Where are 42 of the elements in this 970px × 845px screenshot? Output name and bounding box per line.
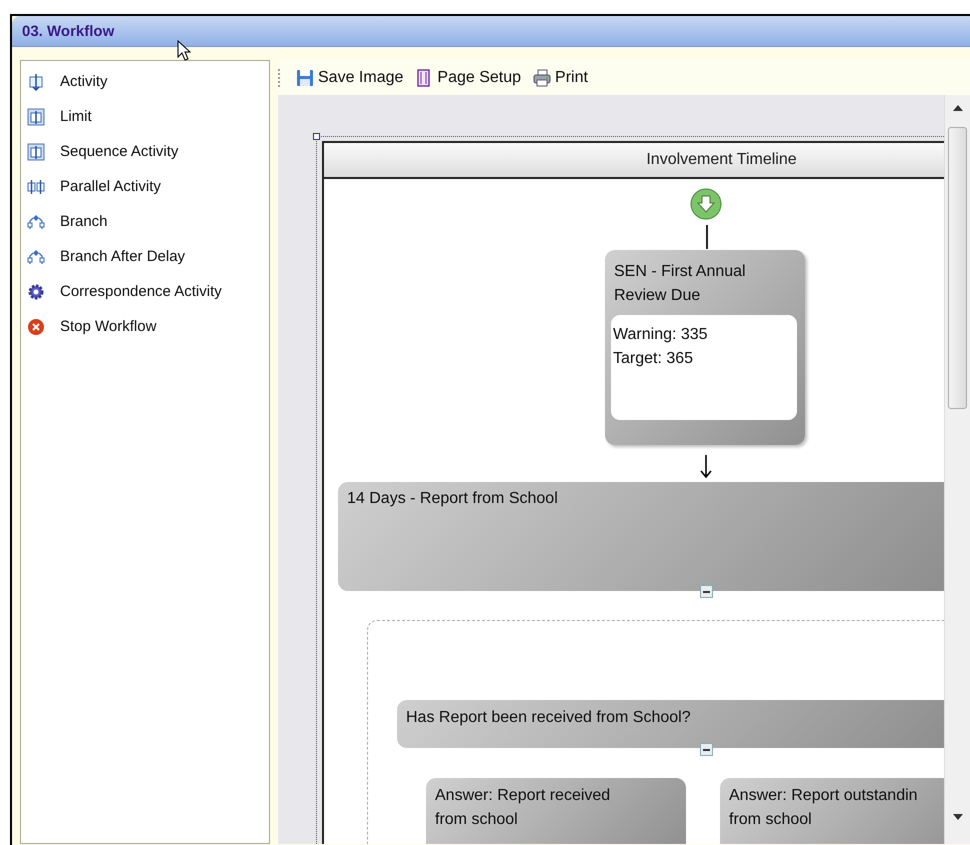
answer-title: Answer: Report received from school [434,786,612,830]
branch-icon [27,212,45,230]
parallel-icon [27,178,45,196]
question-title: Has Report been received from School? [406,709,691,726]
toolbox-item[interactable]: Activity [21,64,269,99]
vertical-scrollbar[interactable] [944,95,970,844]
connector-arrow [700,455,712,479]
toolbox-item[interactable]: Branch After Delay [21,239,269,274]
collapse-toggle[interactable] [700,743,713,756]
print-button[interactable]: Print [529,66,592,88]
answer-node[interactable]: Answer: Report outstandin from school [720,778,944,844]
sequence-icon [27,142,45,160]
page-setup-button[interactable]: Page Setup [411,66,526,88]
activity-title: SEN - First Annual Review Due [613,262,747,306]
scroll-thumb[interactable] [948,127,967,409]
toolbox-item[interactable]: Parallel Activity [21,169,269,204]
scroll-up-icon[interactable] [953,105,963,111]
limit-icon [27,108,45,126]
gear-icon [27,282,45,300]
question-block[interactable]: Has Report been received from School? [397,700,944,748]
activity-icon [27,72,45,90]
toolbox-item[interactable]: Limit [21,99,269,134]
printer-icon [533,68,552,86]
scroll-down-icon[interactable] [953,814,963,820]
answer-title: Answer: Report outstandin from school [728,786,919,830]
activity-details: Warning: 335 Target: 365 [611,315,797,420]
connector-line [706,225,708,249]
window-title: 03. Workflow [22,22,114,40]
collapse-toggle[interactable] [700,585,713,598]
save-image-button[interactable]: Save Image [292,66,408,88]
resize-handle[interactable] [313,133,320,140]
activity-node[interactable]: SEN - First Annual Review Due Warning: 335 Target: 365 [605,250,805,445]
timeline-title: Involvement Timeline [646,151,797,169]
stop-icon [27,318,45,336]
answer-node[interactable]: Answer: Report received from school [426,778,686,844]
toolbox-item[interactable]: Branch [21,204,269,239]
toolbox-item[interactable]: Sequence Activity [21,134,269,169]
toolbox-item[interactable]: Correspondence Activity [21,274,269,309]
delay-title: 14 Days - Report from School [347,490,558,507]
toolbox-item[interactable]: Stop Workflow [21,309,269,344]
branch-icon [27,248,45,266]
delay-block[interactable]: 14 Days - Report from School [338,482,944,591]
